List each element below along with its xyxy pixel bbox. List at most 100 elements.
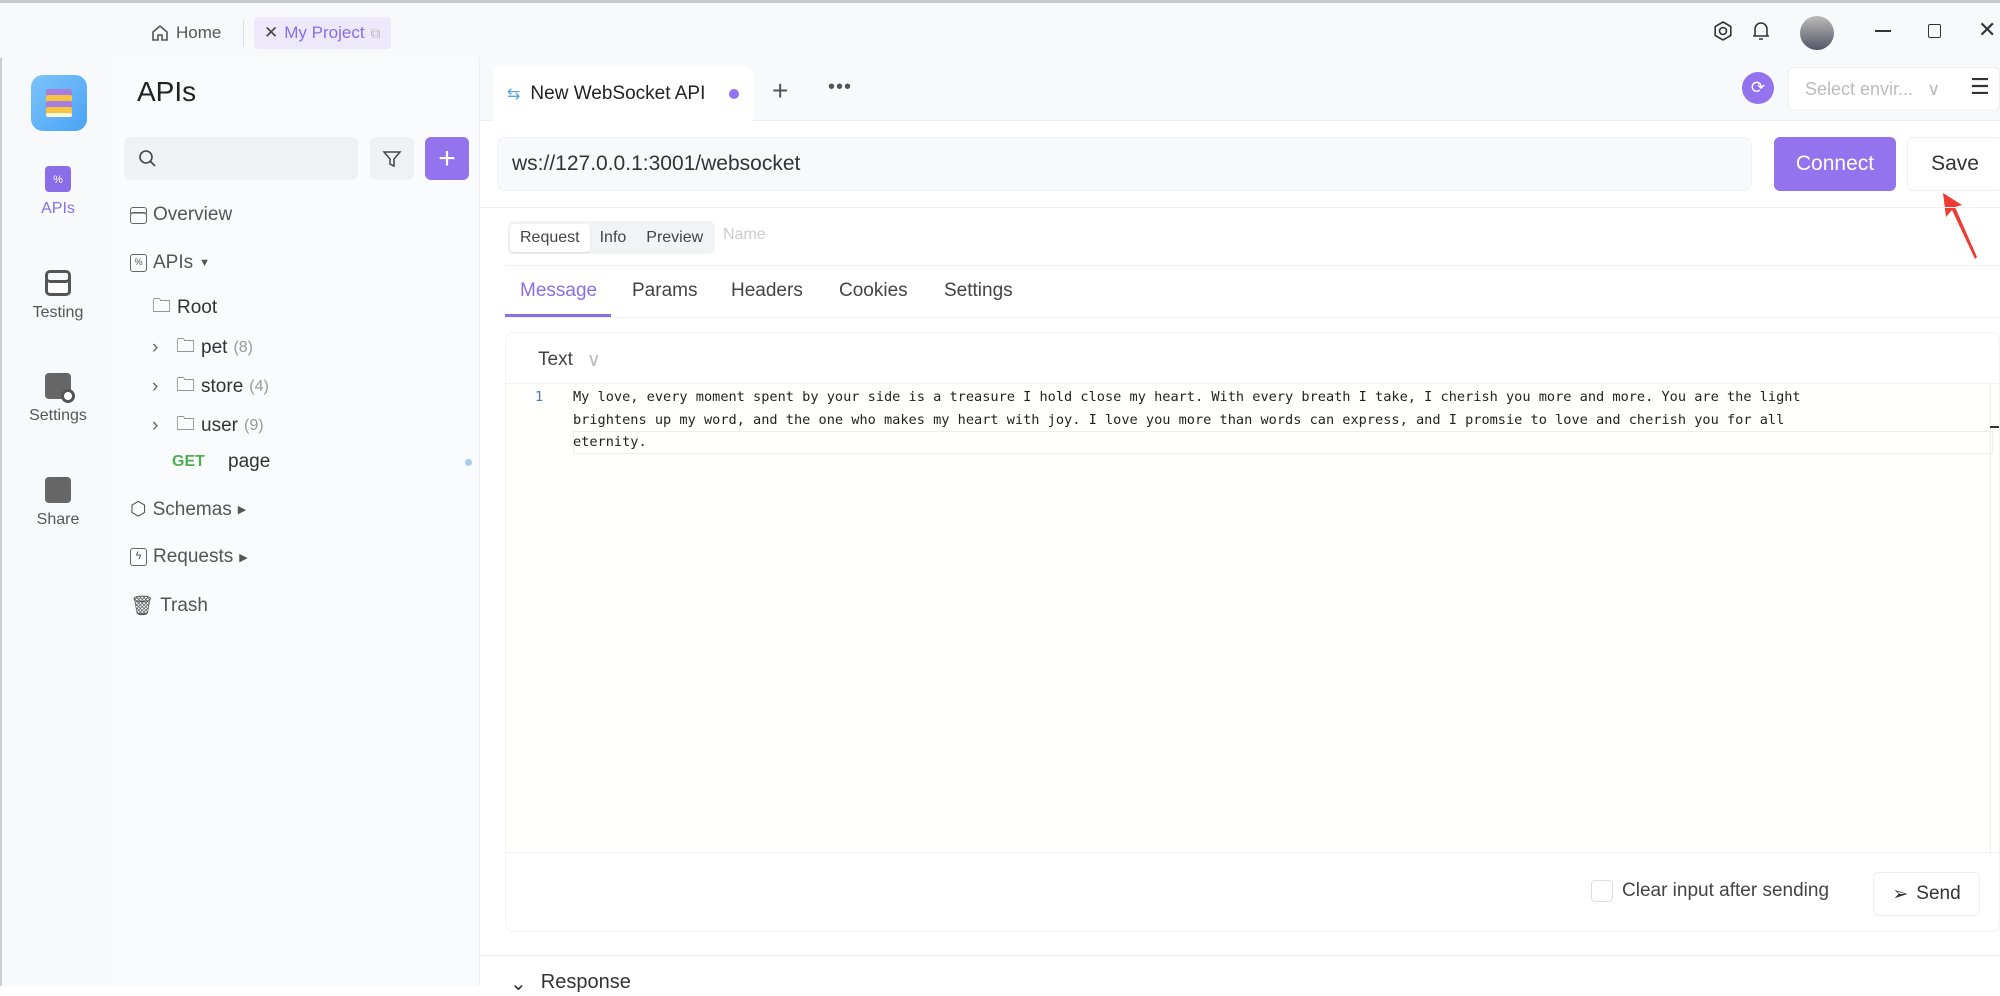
- clear-input-checkbox[interactable]: [1591, 880, 1613, 902]
- chevron-right-icon: ›: [152, 415, 159, 436]
- search-icon: [139, 150, 156, 167]
- tab-message[interactable]: Message: [520, 280, 597, 302]
- nav-testing[interactable]: Testing: [2, 270, 114, 322]
- minimize-icon[interactable]: [1875, 30, 1891, 32]
- body-type-select[interactable]: Text ∨: [538, 349, 601, 372]
- filter-button[interactable]: [370, 137, 414, 180]
- send-button[interactable]: ➢ Send: [1873, 872, 1980, 916]
- nav-share-label: Share: [36, 511, 80, 528]
- folder-root[interactable]: 🗀 Root: [152, 292, 217, 324]
- folder-store[interactable]: › 🗀 store (4): [152, 371, 269, 403]
- unsaved-dot: [465, 458, 472, 466]
- folder-icon: 🗀: [176, 414, 196, 435]
- folder-icon: 🗀: [176, 375, 196, 396]
- folder-pet[interactable]: › 🗀 pet (8): [152, 332, 253, 364]
- home-icon: [152, 24, 168, 41]
- gear-icon[interactable]: [1712, 20, 1734, 42]
- caret-right-icon: ▶: [237, 504, 247, 516]
- tab-settings[interactable]: Settings: [944, 280, 1013, 302]
- nav-share[interactable]: Share: [2, 477, 114, 529]
- mode-preview[interactable]: Preview: [636, 224, 713, 252]
- project-tab[interactable]: ✕ My Project ⧉: [254, 17, 391, 49]
- root-label: Root: [177, 297, 218, 318]
- sidebar-item-schemas[interactable]: ⬡ Schemas ▶: [130, 498, 246, 521]
- annotation-arrow: [1943, 193, 1977, 259]
- new-tab-button[interactable]: +: [772, 75, 788, 107]
- endpoint-page[interactable]: GET page: [172, 451, 472, 473]
- tab-cookies[interactable]: Cookies: [839, 280, 908, 302]
- editor-line: eternity.: [573, 434, 647, 450]
- folder-name: user: [201, 415, 238, 436]
- search-input[interactable]: [124, 137, 358, 180]
- tab-new-websocket-api[interactable]: ⇆ New WebSocket API: [493, 66, 753, 122]
- mode-info[interactable]: Info: [590, 224, 637, 252]
- apis-label: APIs: [153, 252, 194, 273]
- filter-icon: [382, 150, 402, 167]
- close-icon[interactable]: ✕: [264, 23, 278, 43]
- caret-right-icon: ▶: [239, 551, 248, 564]
- project-tab-label: My Project: [284, 23, 365, 42]
- nav-settings-label: Settings: [29, 407, 87, 424]
- app-logo: [31, 75, 87, 131]
- response-section-toggle[interactable]: ⌄ Response: [510, 971, 631, 996]
- sync-button[interactable]: ⟳: [1742, 72, 1774, 104]
- sidebar-item-trash[interactable]: 🗑 Trash: [130, 594, 208, 618]
- message-editor[interactable]: 1 My love, every moment spent by your si…: [506, 383, 1999, 854]
- restore-icon[interactable]: [1928, 24, 1941, 38]
- scrollbar[interactable]: [1990, 384, 1991, 854]
- chevron-down-icon: ∨: [1927, 78, 1941, 99]
- save-button[interactable]: Save: [1907, 137, 2000, 191]
- connect-button[interactable]: Connect: [1774, 137, 1896, 191]
- sidebar: APIs + Overview % APIs ▼ 🗀 Root › 🗀 pet (8) › 🗀…: [112, 58, 480, 986]
- folder-name: store: [201, 376, 244, 397]
- mode-request[interactable]: Request: [510, 223, 590, 252]
- divider: [243, 20, 244, 46]
- send-label: Send: [1916, 883, 1961, 904]
- plus-icon: +: [438, 141, 456, 175]
- avatar[interactable]: [1800, 16, 1834, 50]
- folder-name: pet: [201, 337, 228, 358]
- tab-headers[interactable]: Headers: [731, 280, 803, 302]
- tab-label: New WebSocket API: [530, 83, 706, 104]
- overview-icon: [130, 206, 147, 224]
- nav-apis[interactable]: % APIs: [2, 166, 114, 218]
- testing-icon: [45, 270, 71, 296]
- home-tab[interactable]: Home: [140, 17, 231, 49]
- trash-icon: 🗑: [130, 596, 155, 617]
- message-panel: Text ∨ 1 My love, every moment spent by y…: [505, 332, 2000, 932]
- sidebar-item-requests[interactable]: ϟ Requests ▶: [130, 546, 248, 568]
- url-value: ws://127.0.0.1:3001/websocket: [512, 152, 801, 175]
- environment-placeholder: Select envir...: [1805, 78, 1914, 99]
- left-rail: % APIs Testing Settings Share: [0, 58, 112, 986]
- sidebar-title: APIs: [137, 76, 197, 107]
- clear-input-label: Clear input after sending: [1622, 880, 1830, 901]
- sidebar-item-overview[interactable]: Overview: [130, 204, 232, 226]
- environment-select[interactable]: Select envir... ∨: [1788, 67, 2000, 111]
- chevron-down-icon: ⌄: [510, 973, 527, 995]
- url-input[interactable]: ws://127.0.0.1:3001/websocket: [497, 137, 1752, 191]
- editor-line: brightens up my word, and the one who ma…: [573, 411, 1785, 428]
- folder-user[interactable]: › 🗀 user (9): [152, 410, 264, 442]
- close-window-icon[interactable]: ✕: [1978, 17, 1996, 43]
- method-badge: GET: [172, 453, 205, 470]
- nav-settings[interactable]: Settings: [2, 373, 114, 425]
- name-input[interactable]: Name: [723, 226, 766, 244]
- menu-icon[interactable]: ☰: [1970, 74, 1990, 100]
- add-button[interactable]: +: [425, 137, 469, 180]
- response-label: Response: [540, 971, 631, 993]
- body-type-value: Text: [538, 349, 573, 370]
- external-link-icon[interactable]: ⧉: [371, 25, 381, 42]
- bell-icon[interactable]: [1750, 19, 1772, 43]
- sync-icon: ⟳: [1750, 78, 1766, 97]
- divider: [505, 317, 2000, 318]
- send-icon: ➢: [1892, 883, 1909, 905]
- more-icon[interactable]: •••: [828, 76, 852, 99]
- cube-icon: ⬡: [130, 499, 147, 520]
- current-line-highlight: [573, 431, 1993, 454]
- title-bar: Home ✕ My Project ⧉ ✕: [0, 0, 2000, 58]
- sidebar-item-apis[interactable]: % APIs ▼: [130, 252, 210, 274]
- tab-params[interactable]: Params: [632, 280, 697, 302]
- apis-icon: %: [45, 166, 71, 192]
- folder-count: (9): [243, 417, 264, 434]
- line-number: 1: [535, 389, 544, 405]
